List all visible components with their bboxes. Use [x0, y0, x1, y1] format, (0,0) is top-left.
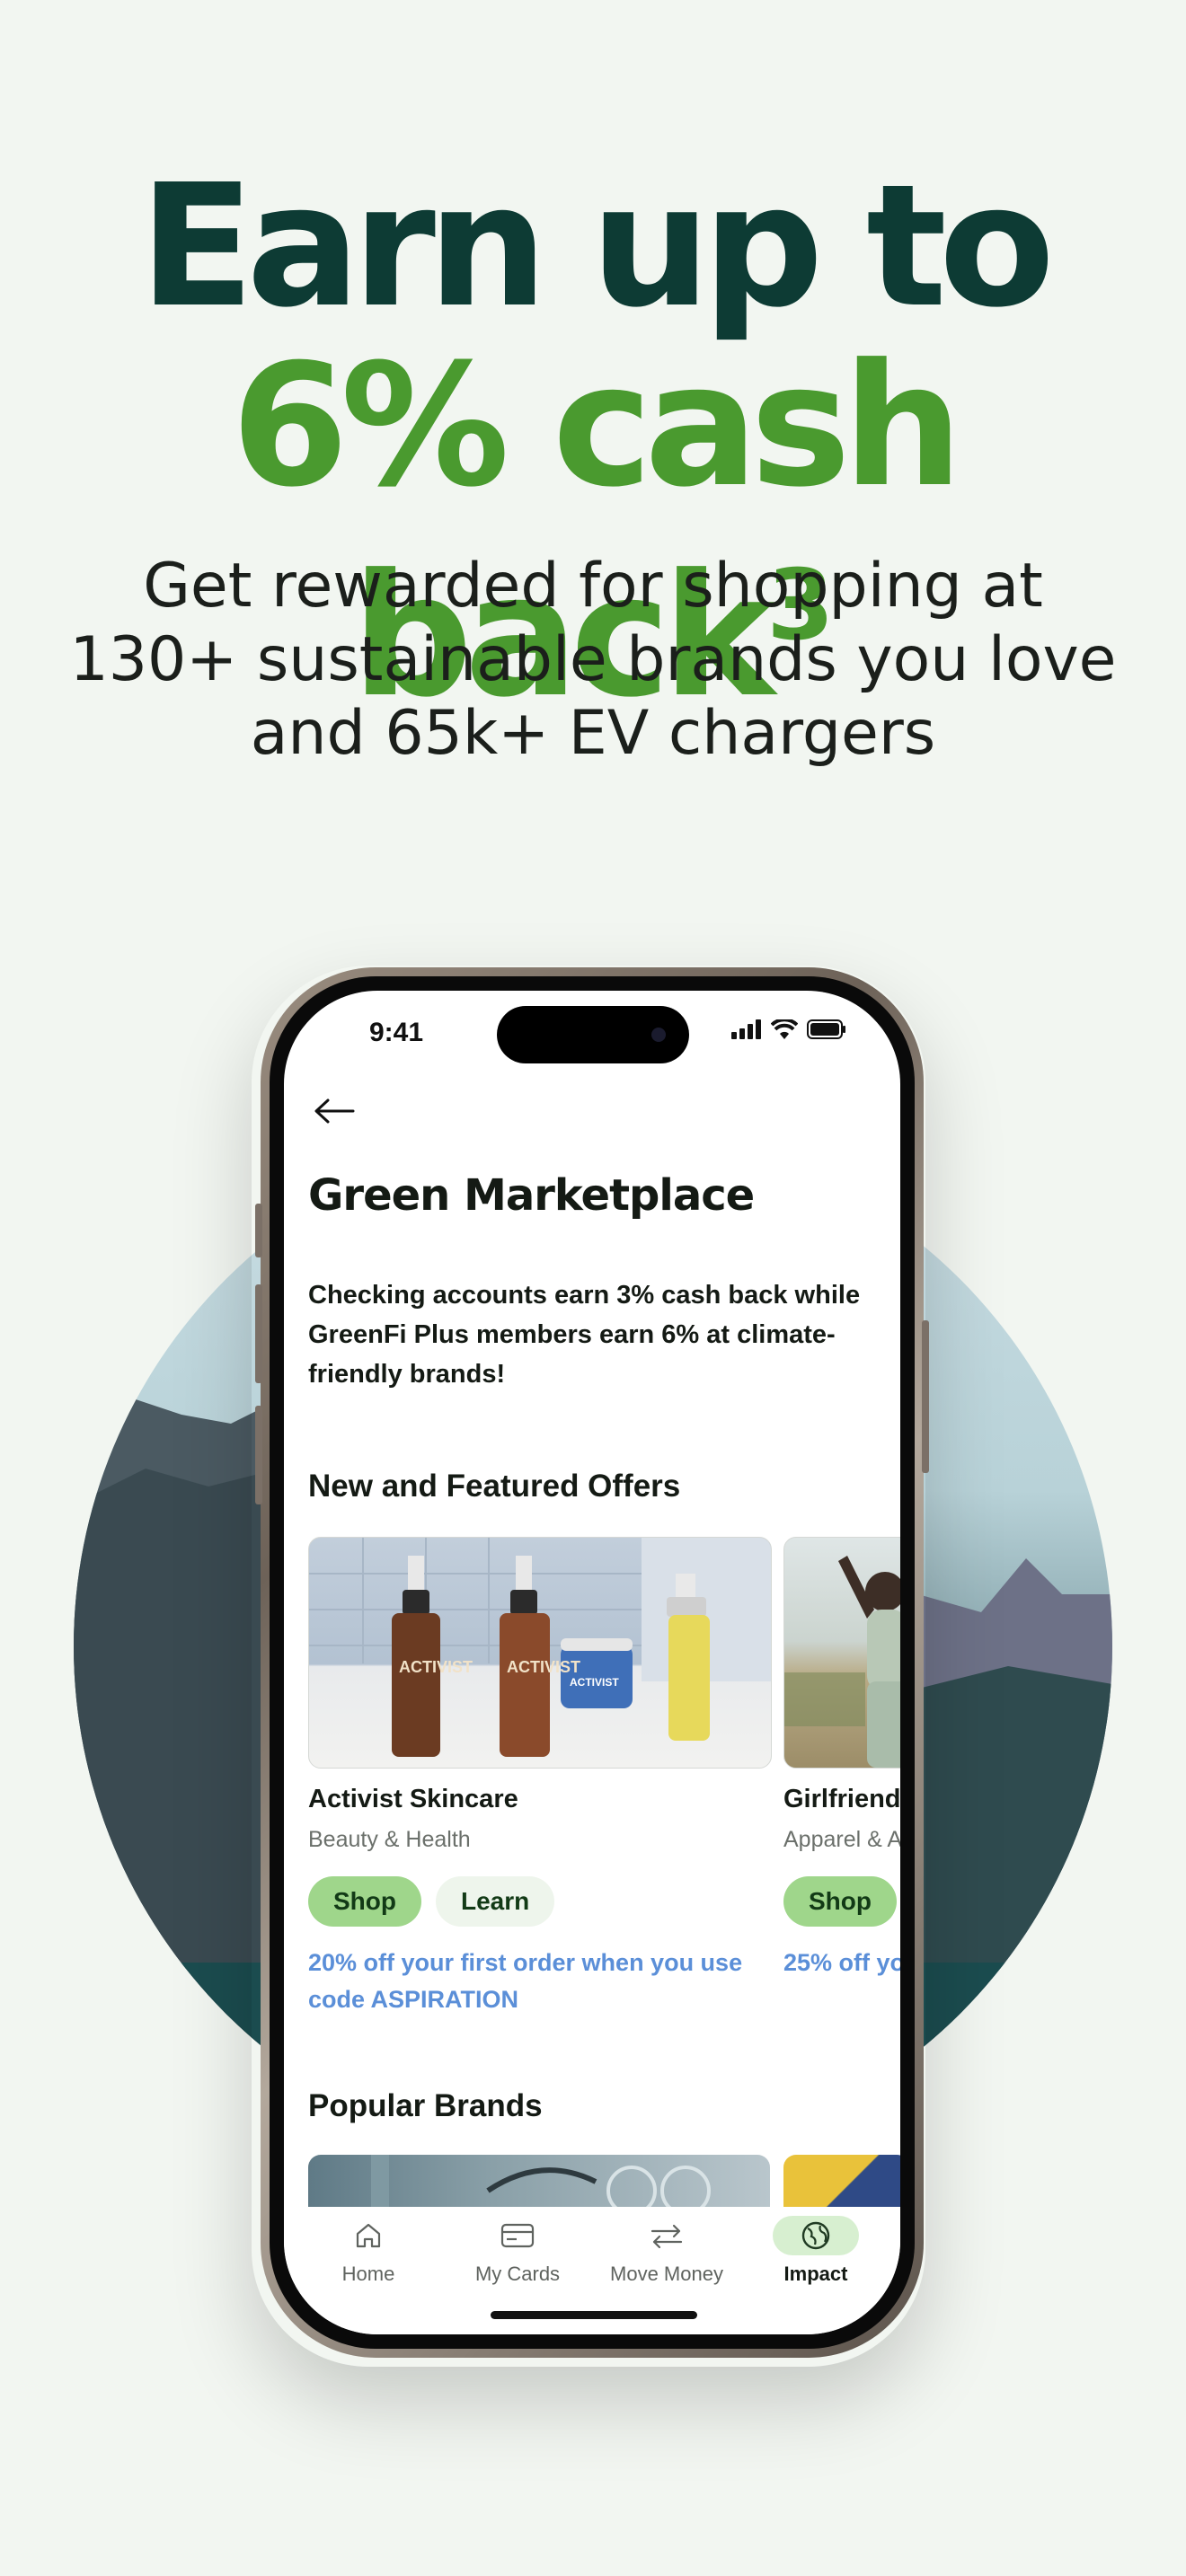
globe-icon — [801, 2221, 830, 2250]
tab-my-cards[interactable]: My Cards — [446, 2216, 589, 2286]
arrow-left-icon — [314, 1098, 355, 1124]
shop-button[interactable]: Shop — [308, 1876, 421, 1927]
tab-home-label: Home — [341, 2263, 395, 2285]
wifi-icon — [771, 1019, 798, 1039]
offer-card-activist[interactable]: ACTIVIST ACTIVIST ACTIVIST Activist Skin… — [308, 1537, 772, 2018]
product-label-1: ACTIVIST — [399, 1658, 473, 1676]
offer-promo-link[interactable]: 20% off your first order when you use co… — [308, 1945, 770, 2018]
status-time: 9:41 — [369, 1018, 424, 1047]
status-icons — [731, 1019, 846, 1039]
product-label-3: ACTIVIST — [570, 1676, 619, 1689]
offer-category: Apparel & Ac — [783, 1827, 900, 1852]
phone-volume-down-button — [255, 1406, 262, 1504]
subheadline-line-1: Get rewarded for shopping at — [143, 551, 1043, 622]
learn-button[interactable]: Learn — [436, 1876, 555, 1927]
headline-line-1: Earn up to — [138, 148, 1055, 345]
back-button[interactable] — [311, 1088, 358, 1134]
offer-brand-name: Girlfriend — [783, 1785, 900, 1813]
battery-icon — [807, 1019, 845, 1039]
subheadline-line-2: 130+ sustainable brands you love — [69, 624, 1117, 695]
cellular-signal-icon — [731, 1019, 761, 1039]
phone-volume-up-button — [255, 1284, 262, 1383]
offer-image-girlfriend — [783, 1537, 900, 1769]
tab-impact[interactable]: Impact — [744, 2216, 888, 2286]
dynamic-island — [497, 1006, 689, 1063]
tab-my-cards-label: My Cards — [474, 2263, 561, 2285]
offer-brand-name: Activist Skincare — [308, 1785, 518, 1813]
tab-impact-label: Impact — [783, 2263, 848, 2285]
phone-action-button — [255, 1204, 262, 1257]
tab-move-money[interactable]: Move Money — [595, 2216, 739, 2286]
offer-image-activist-skincare: ACTIVIST ACTIVIST ACTIVIST — [308, 1537, 772, 1769]
home-indicator[interactable] — [491, 2311, 697, 2319]
tab-move-money-label: Move Money — [610, 2263, 723, 2285]
phone-power-button — [922, 1320, 929, 1473]
intro-text: Checking accounts earn 3% cash back whil… — [308, 1281, 861, 1389]
subheadline-line-3: and 65k+ EV chargers — [250, 698, 936, 769]
camera-icon — [651, 1028, 666, 1042]
credit-card-icon — [500, 2223, 535, 2248]
home-icon — [356, 2223, 381, 2248]
popular-brands-title: Popular Brands — [308, 2088, 543, 2123]
subheadline: Get rewarded for shopping at 130+ sustai… — [54, 550, 1132, 771]
product-label-2: ACTIVIST — [507, 1658, 580, 1676]
tab-home[interactable]: Home — [296, 2216, 440, 2286]
transfer-arrows-icon — [651, 2224, 683, 2249]
offer-card-girlfriend[interactable]: Girlfriend Apparel & Ac Shop 25% off yo … — [783, 1537, 900, 1981]
page-title: Green Marketplace — [308, 1170, 755, 1221]
offer-category: Beauty & Health — [308, 1827, 471, 1852]
phone-screen: 9:41 Green Marketplace Checking accounts… — [284, 991, 900, 2334]
offer-promo-link[interactable]: 25% off yo Use code — [783, 1945, 900, 1981]
featured-offers-title: New and Featured Offers — [308, 1469, 681, 1504]
shop-button[interactable]: Shop — [783, 1876, 897, 1927]
